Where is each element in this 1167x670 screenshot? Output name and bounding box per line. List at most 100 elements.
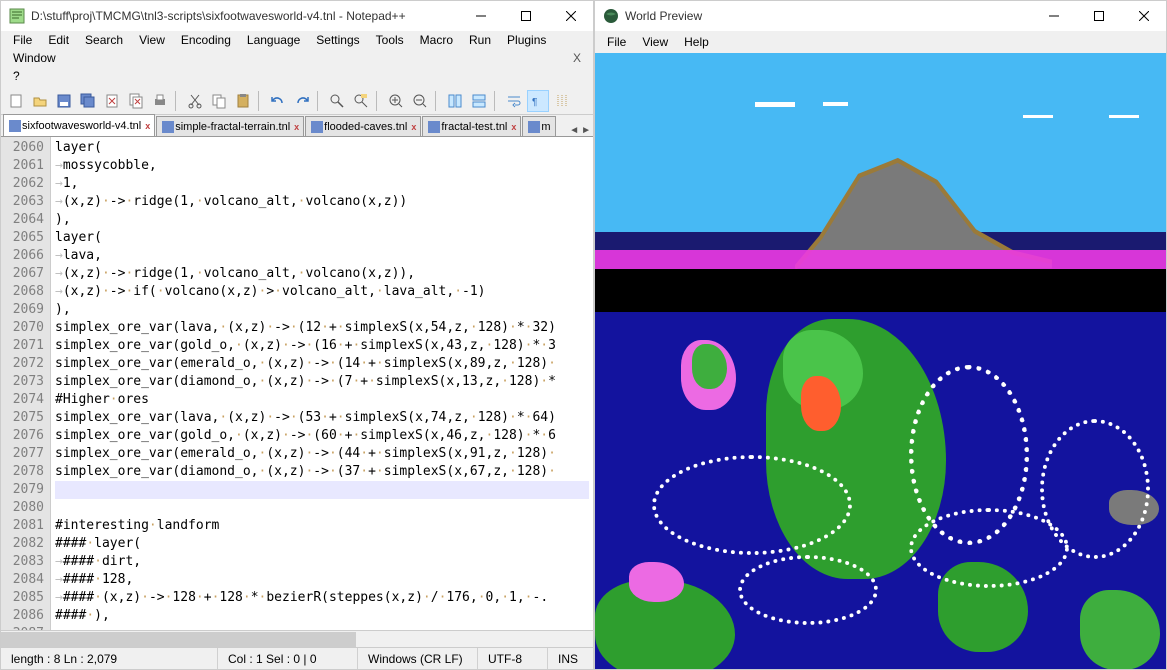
- preview-titlebar[interactable]: World Preview: [595, 1, 1166, 31]
- menu-edit[interactable]: Edit: [40, 31, 77, 49]
- code-line[interactable]: simplex_ore_var(lava,·(x,z)·->·(12·+·sim…: [55, 319, 589, 337]
- tab-close-icon[interactable]: x: [294, 122, 299, 132]
- code-content[interactable]: layer(→mossycobble,→1,→(x,z)·->·ridge(1,…: [51, 137, 593, 630]
- code-line[interactable]: simplex_ore_var(diamond_o,·(x,z)·->·(37·…: [55, 463, 589, 481]
- code-line[interactable]: ####·),: [55, 607, 589, 625]
- code-line[interactable]: #Higher·ores: [55, 391, 589, 409]
- menu-file[interactable]: File: [5, 31, 40, 49]
- menu-view[interactable]: View: [131, 31, 173, 49]
- tool-closeall-icon[interactable]: [125, 90, 147, 112]
- tab-fractal-test[interactable]: fractal-test.tnl x: [422, 116, 521, 136]
- menu-settings[interactable]: Settings: [308, 31, 367, 49]
- code-line[interactable]: simplex_ore_var(gold_o,·(x,z)·->·(16·+·s…: [55, 337, 589, 355]
- tab-flooded-caves[interactable]: flooded-caves.tnl x: [305, 116, 421, 136]
- tab-sixfootwavesworld[interactable]: sixfootwavesworld-v4.tnl x: [3, 114, 155, 136]
- code-line[interactable]: #interesting·landform: [55, 517, 589, 535]
- code-line[interactable]: ),: [55, 301, 589, 319]
- line-number-gutter: 2060206120622063206420652066206720682069…: [1, 137, 51, 630]
- code-line[interactable]: →####·(x,z)·->·128·+·128·*·bezierR(stepp…: [55, 589, 589, 607]
- npp-titlebar[interactable]: D:\stuff\proj\TMCMG\tnl3-scripts\sixfoot…: [1, 1, 593, 31]
- code-line[interactable]: [55, 625, 589, 630]
- tab-simple-fractal-terrain[interactable]: simple-fractal-terrain.tnl x: [156, 116, 304, 136]
- code-line[interactable]: →####·dirt,: [55, 553, 589, 571]
- npp-menubar: File Edit Search View Encoding Language …: [1, 31, 593, 87]
- tool-sync-v-icon[interactable]: [444, 90, 466, 112]
- tab-scroll-right-icon[interactable]: ►: [581, 125, 591, 136]
- menu-language[interactable]: Language: [239, 31, 308, 49]
- preview-menu-help[interactable]: Help: [676, 33, 717, 51]
- code-line[interactable]: layer(: [55, 229, 589, 247]
- menu-search[interactable]: Search: [77, 31, 131, 49]
- npp-title-text: D:\stuff\proj\TMCMG\tnl3-scripts\sixfoot…: [31, 9, 458, 23]
- tool-new-icon[interactable]: [5, 90, 27, 112]
- code-line[interactable]: →mossycobble,: [55, 157, 589, 175]
- scrollbar-thumb[interactable]: [1, 632, 356, 647]
- preview-minimize-button[interactable]: [1031, 1, 1076, 31]
- tool-replace-icon[interactable]: [350, 90, 372, 112]
- preview-menu-file[interactable]: File: [599, 33, 634, 51]
- code-line[interactable]: ####·layer(: [55, 535, 589, 553]
- tool-paste-icon[interactable]: [232, 90, 254, 112]
- code-line[interactable]: →(x,z)·->·ridge(1,·volcano_alt,·volcano(…: [55, 265, 589, 283]
- tool-wordwrap-icon[interactable]: [503, 90, 525, 112]
- menu-run[interactable]: Run: [461, 31, 499, 49]
- code-line[interactable]: simplex_ore_var(diamond_o,·(x,z)·->·(7·+…: [55, 373, 589, 391]
- file-icon: [310, 120, 324, 134]
- file-icon: [8, 119, 22, 133]
- tab-overflow[interactable]: m: [522, 116, 555, 136]
- editor-area[interactable]: 2060206120622063206420652066206720682069…: [1, 137, 593, 630]
- preview-canvas[interactable]: [595, 53, 1166, 669]
- tool-open-icon[interactable]: [29, 90, 51, 112]
- code-line[interactable]: simplex_ore_var(emerald_o,·(x,z)·->·(14·…: [55, 355, 589, 373]
- npp-minimize-button[interactable]: [458, 1, 503, 31]
- code-line[interactable]: [55, 499, 589, 517]
- preview-menu-view[interactable]: View: [634, 33, 676, 51]
- code-line[interactable]: ),: [55, 211, 589, 229]
- menu-encoding[interactable]: Encoding: [173, 31, 239, 49]
- tab-close-icon[interactable]: x: [145, 121, 150, 131]
- tool-zoomout-icon[interactable]: [409, 90, 431, 112]
- file-icon: [161, 120, 175, 134]
- code-line[interactable]: [55, 481, 589, 499]
- npp-maximize-button[interactable]: [503, 1, 548, 31]
- code-line[interactable]: →(x,z)·->·ridge(1,·volcano_alt,·volcano(…: [55, 193, 589, 211]
- code-line[interactable]: →1,: [55, 175, 589, 193]
- tab-scroll-left-icon[interactable]: ◄: [569, 125, 579, 136]
- menu-tools[interactable]: Tools: [368, 31, 412, 49]
- tool-find-icon[interactable]: [326, 90, 348, 112]
- tool-redo-icon[interactable]: [291, 90, 313, 112]
- code-line[interactable]: simplex_ore_var(emerald_o,·(x,z)·->·(44·…: [55, 445, 589, 463]
- tool-copy-icon[interactable]: [208, 90, 230, 112]
- menu-window[interactable]: Window: [5, 49, 64, 67]
- horizontal-scrollbar[interactable]: [1, 630, 593, 647]
- menu-plugins[interactable]: Plugins: [499, 31, 554, 49]
- menu-macro[interactable]: Macro: [412, 31, 461, 49]
- tool-cut-icon[interactable]: [184, 90, 206, 112]
- tool-undo-icon[interactable]: [267, 90, 289, 112]
- preview-maximize-button[interactable]: [1076, 1, 1121, 31]
- preview-menubar: File View Help: [595, 31, 1166, 53]
- code-line[interactable]: →####·128,: [55, 571, 589, 589]
- tool-print-icon[interactable]: [149, 90, 171, 112]
- tool-zoomin-icon[interactable]: [385, 90, 407, 112]
- code-line[interactable]: →lava,: [55, 247, 589, 265]
- tab-label: sixfootwavesworld-v4.tnl: [22, 120, 141, 132]
- npp-toolbar: ¶: [1, 87, 593, 115]
- tool-save-icon[interactable]: [53, 90, 75, 112]
- tool-close-icon[interactable]: [101, 90, 123, 112]
- tool-indent-guide-icon[interactable]: [551, 90, 573, 112]
- preview-close-button[interactable]: [1121, 1, 1166, 31]
- tool-showall-icon[interactable]: ¶: [527, 90, 549, 112]
- code-line[interactable]: →(x,z)·->·if(·volcano(x,z)·>·volcano_alt…: [55, 283, 589, 301]
- tool-sync-h-icon[interactable]: [468, 90, 490, 112]
- tool-saveall-icon[interactable]: [77, 90, 99, 112]
- npp-close-button[interactable]: [548, 1, 593, 31]
- menu-help[interactable]: ?: [5, 67, 28, 85]
- status-mode: INS: [548, 648, 593, 669]
- tab-close-icon[interactable]: x: [511, 122, 516, 132]
- tab-close-icon[interactable]: x: [411, 122, 416, 132]
- code-line[interactable]: layer(: [55, 139, 589, 157]
- code-line[interactable]: simplex_ore_var(gold_o,·(x,z)·->·(60·+·s…: [55, 427, 589, 445]
- npp-overflow-x[interactable]: X: [565, 49, 589, 67]
- code-line[interactable]: simplex_ore_var(lava,·(x,z)·->·(53·+·sim…: [55, 409, 589, 427]
